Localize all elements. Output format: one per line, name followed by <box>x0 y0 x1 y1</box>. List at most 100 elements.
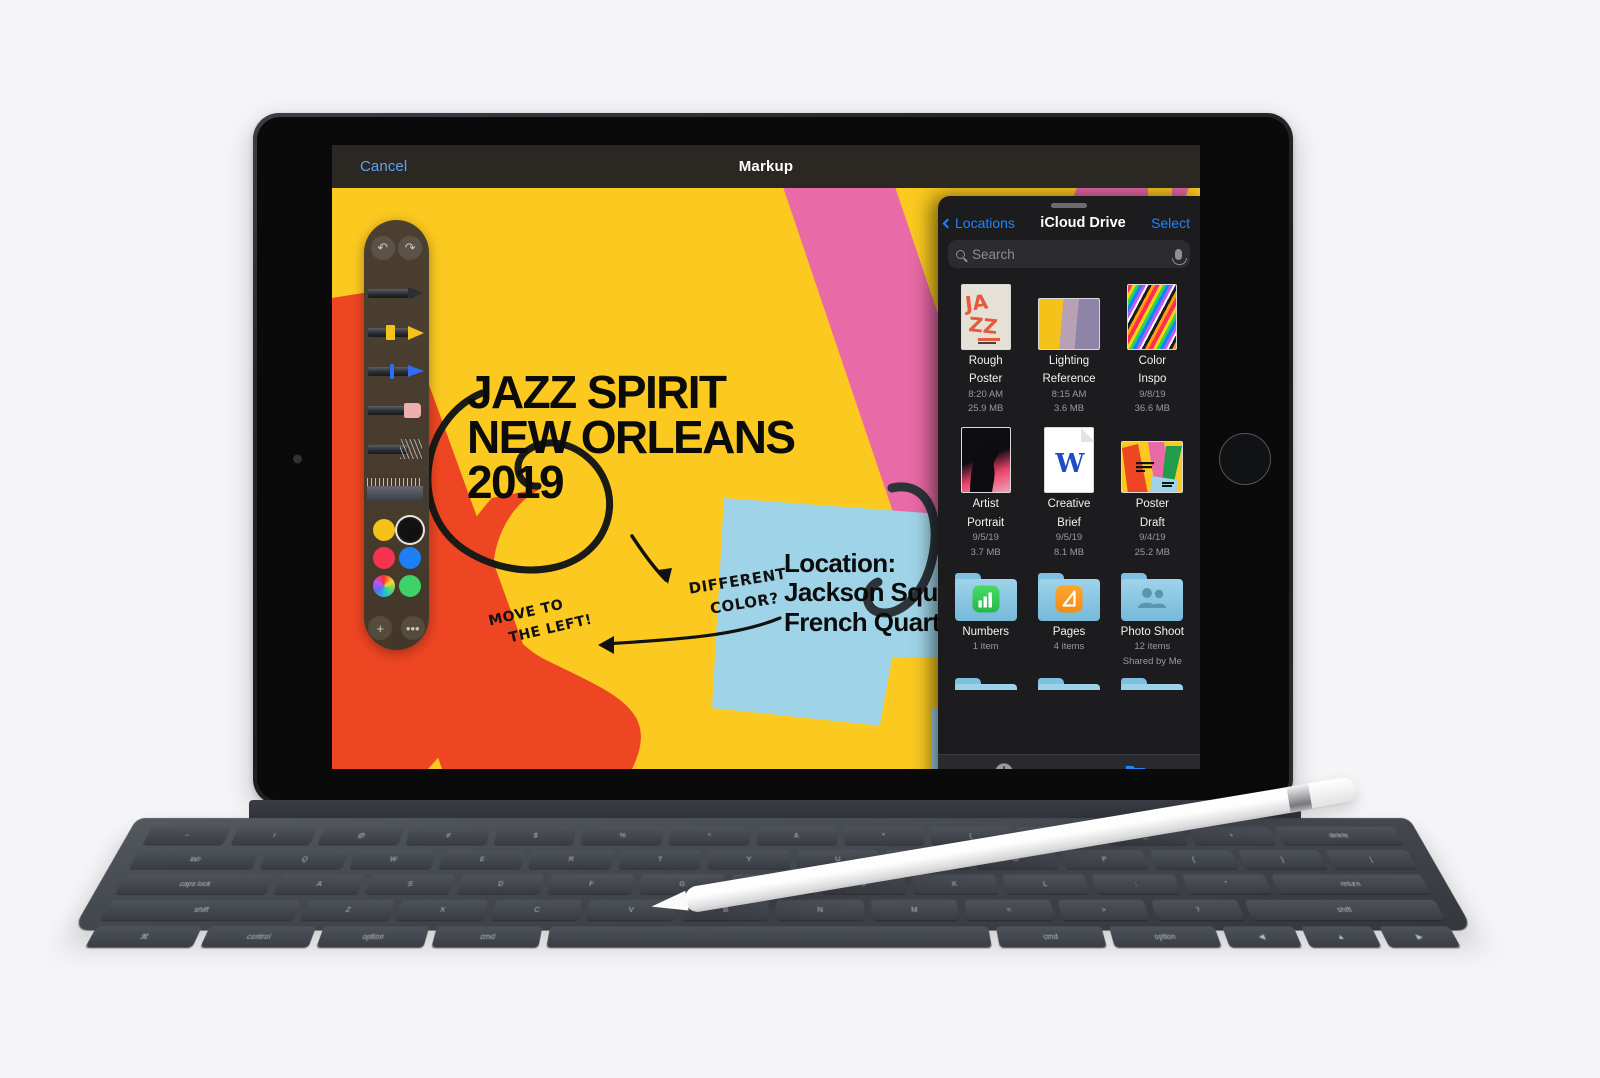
folder-item-photo-shoot[interactable]: Photo Shoot 12 items Shared by Me <box>1111 572 1194 668</box>
file-item-rough-poster[interactable]: JA ZZ Rough Poster 8:20 AM 25.9 MB <box>944 278 1027 415</box>
key[interactable]: } <box>1237 850 1328 869</box>
key-command-left[interactable]: cmd <box>431 926 543 948</box>
key[interactable]: F <box>547 874 635 894</box>
redo-icon[interactable]: ↷ <box>398 236 423 260</box>
key-option-right[interactable]: option <box>1108 926 1223 948</box>
search-input[interactable]: Search <box>948 240 1190 268</box>
key-globe[interactable]: ⌘ <box>84 926 203 948</box>
key-delete[interactable]: delete <box>1274 826 1404 845</box>
key-tab[interactable]: tab <box>128 850 261 869</box>
key[interactable]: M <box>870 899 960 921</box>
key[interactable]: L <box>1001 874 1090 894</box>
color-yellow[interactable] <box>373 519 395 541</box>
folder-item-pages[interactable]: Pages 4 items <box>1027 572 1110 668</box>
folder-item-partial[interactable] <box>1111 677 1194 690</box>
key[interactable]: + <box>1188 826 1276 845</box>
key[interactable]: > <box>1057 899 1151 921</box>
eraser-tool[interactable] <box>364 391 429 430</box>
ruler-tool[interactable] <box>364 473 429 507</box>
markup-tool-palette[interactable]: ↶ ↷ + ••• <box>364 220 429 650</box>
key[interactable]: " <box>1181 874 1273 894</box>
key[interactable]: D <box>456 874 545 894</box>
pen-tool[interactable] <box>364 274 429 313</box>
folder-item-numbers[interactable]: Numbers 1 item <box>944 572 1027 668</box>
key-shift-left[interactable]: shift <box>100 899 302 921</box>
key[interactable]: $ <box>493 826 577 845</box>
key-shift-right[interactable]: shift <box>1244 899 1446 921</box>
key-control[interactable]: control <box>200 926 316 948</box>
key[interactable]: Y <box>707 850 790 869</box>
key[interactable]: ( <box>929 826 1013 845</box>
key[interactable]: | <box>1325 850 1418 869</box>
key[interactable]: V <box>586 899 676 921</box>
poster-canvas[interactable]: JAZZ SPIRIT NEW ORLEANS 2019 Location: J… <box>332 188 1200 769</box>
key[interactable]: < <box>964 899 1055 921</box>
files-slide-over-panel[interactable]: Locations iCloud Drive Select Search JA … <box>938 196 1200 769</box>
key[interactable]: S <box>365 874 455 894</box>
key[interactable]: K <box>911 874 998 894</box>
undo-icon[interactable]: ↶ <box>370 236 395 260</box>
highlighter-tool[interactable] <box>364 313 429 352</box>
key[interactable]: U <box>796 850 880 869</box>
select-button[interactable]: Select <box>1151 215 1190 231</box>
key[interactable]: ? <box>1151 899 1246 921</box>
key[interactable]: J <box>821 874 907 894</box>
key-arrow-right[interactable]: ▶ <box>1378 926 1462 948</box>
marker-tool[interactable] <box>364 352 429 391</box>
key[interactable]: T <box>618 850 702 869</box>
key[interactable]: _ <box>1102 826 1188 845</box>
file-item-artist-portrait[interactable]: Artist Portrait 9/5/19 3.7 MB <box>944 421 1027 558</box>
file-item-lighting-reference[interactable]: Lighting Reference 8:15 AM 3.6 MB <box>1027 278 1110 415</box>
file-item-creative-brief[interactable]: W Creative Brief 9/5/19 8.1 MB <box>1027 421 1110 558</box>
key-return[interactable]: return <box>1271 874 1432 894</box>
key[interactable]: ) <box>1015 826 1101 845</box>
key-caps-lock[interactable]: caps lock <box>114 874 275 894</box>
key-command-right[interactable]: cmd <box>995 926 1107 948</box>
key[interactable]: P <box>1061 850 1149 869</box>
back-to-locations-button[interactable]: Locations <box>942 215 1015 231</box>
key[interactable]: B <box>681 899 770 921</box>
key[interactable]: Z <box>300 899 395 921</box>
folder-item-partial[interactable] <box>1027 677 1110 690</box>
key-arrow-up[interactable]: ▲ <box>1300 926 1382 948</box>
key[interactable]: X <box>395 899 489 921</box>
key[interactable]: ~ <box>142 826 232 845</box>
key[interactable]: A <box>273 874 365 894</box>
key[interactable]: ^ <box>668 826 750 845</box>
key[interactable]: Q <box>259 850 349 869</box>
key[interactable]: @ <box>317 826 405 845</box>
color-blue[interactable] <box>399 547 421 569</box>
key[interactable]: % <box>580 826 664 845</box>
key-arrow-left[interactable]: ◀ <box>1222 926 1302 948</box>
smart-keyboard[interactable]: ~ ! @ # $ % ^ & * ( ) _ + delete tab Q W… <box>72 800 1474 948</box>
key[interactable]: ! <box>229 826 318 845</box>
home-button[interactable] <box>1219 433 1271 485</box>
key[interactable]: I <box>884 850 970 869</box>
color-custom[interactable] <box>373 575 395 597</box>
file-item-poster-draft[interactable]: Poster Draft 9/4/19 25.2 MB <box>1111 421 1194 558</box>
color-red[interactable] <box>373 547 395 569</box>
folder-item-partial[interactable] <box>944 677 1027 690</box>
file-item-color-inspo[interactable]: Color Inspo 9/8/19 36.6 MB <box>1111 278 1194 415</box>
key[interactable]: & <box>756 826 837 845</box>
key[interactable]: W <box>349 850 437 869</box>
microphone-icon[interactable] <box>1172 248 1187 265</box>
key[interactable]: C <box>491 899 582 921</box>
color-green[interactable] <box>399 575 421 597</box>
pencil-tool[interactable] <box>364 430 429 469</box>
key[interactable]: H <box>730 874 815 894</box>
key[interactable]: : <box>1091 874 1181 894</box>
key-option[interactable]: option <box>315 926 430 948</box>
color-black[interactable] <box>399 519 421 541</box>
key[interactable]: E <box>438 850 526 869</box>
key[interactable]: # <box>405 826 491 845</box>
tab-browse[interactable]: Browse <box>1120 763 1150 769</box>
key[interactable]: O <box>973 850 1059 869</box>
more-options-button[interactable]: ••• <box>400 616 425 640</box>
add-tool-button[interactable]: + <box>368 616 393 640</box>
key[interactable]: { <box>1149 850 1238 869</box>
key[interactable]: N <box>776 899 865 921</box>
cancel-button[interactable]: Cancel <box>360 158 407 175</box>
key-space[interactable] <box>546 926 992 948</box>
key[interactable]: G <box>639 874 725 894</box>
